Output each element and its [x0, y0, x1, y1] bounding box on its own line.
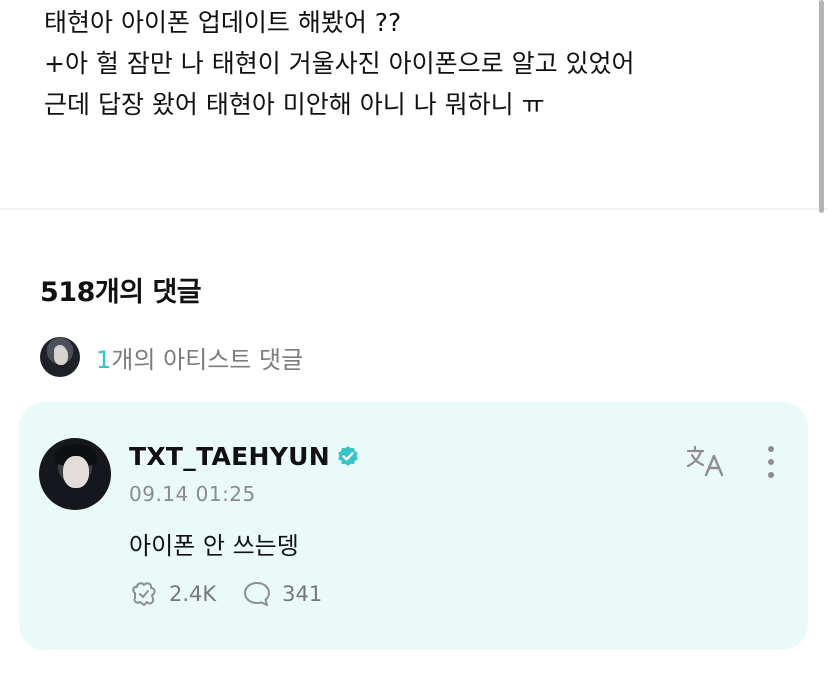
artist-comment-label-text: 개의 아티스트 댓글	[111, 345, 304, 374]
post-line: 근데 답장 왔어 태현아 미안해 아니 나 뭐하니 ㅠ	[44, 90, 545, 119]
author-name: TXT_TAEHYUN	[129, 442, 330, 471]
comment-author[interactable]: TXT_TAEHYUN	[129, 442, 360, 471]
reply-icon	[244, 582, 271, 606]
scrollbar[interactable]	[819, 0, 824, 213]
like-button[interactable]: 2.4K	[129, 580, 216, 608]
like-count: 2.4K	[169, 582, 217, 606]
translate-button[interactable]	[685, 444, 727, 478]
section-divider	[0, 208, 828, 210]
avatar	[40, 337, 80, 377]
reply-count: 341	[282, 582, 323, 606]
comment-text: 아이폰 안 쓰는뎅	[129, 532, 299, 560]
reply-button[interactable]: 341	[242, 580, 322, 608]
like-icon	[132, 582, 156, 606]
artist-comment-count: 1	[96, 345, 112, 374]
avatar[interactable]	[39, 438, 111, 510]
artist-comment-card: TXT_TAEHYUN 09.14 01:25 아이폰 안 쓰는뎅 2.4K 3…	[19, 402, 808, 650]
artist-comments-filter[interactable]: 1개의 아티스트 댓글	[40, 337, 303, 377]
comment-actions: 2.4K 341	[129, 580, 348, 608]
post-line: +아 헐 잠만 나 태현이 거울사진 아이폰으로 알고 있었어	[44, 49, 635, 78]
artist-comments-label: 1개의 아티스트 댓글	[96, 340, 303, 375]
comments-count-heading: 518개의 댓글	[40, 277, 202, 308]
translate-icon	[686, 445, 724, 477]
verified-badge-icon	[338, 445, 358, 466]
post-body: 태현아 아이폰 업데이트 해봤어 ?? +아 헐 잠만 나 태현이 거울사진 아…	[44, 2, 804, 125]
post-line: 태현아 아이폰 업데이트 해봤어 ??	[44, 8, 402, 37]
comment-timestamp: 09.14 01:25	[129, 482, 256, 506]
more-options-icon[interactable]	[761, 444, 781, 480]
